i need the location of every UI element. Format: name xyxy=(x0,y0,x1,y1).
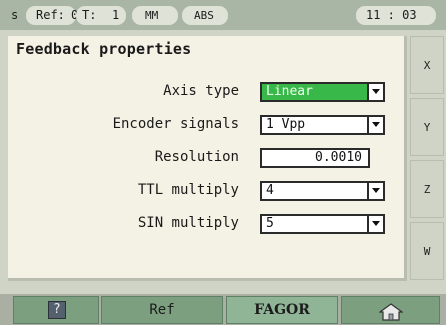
axis-type-value: Linear xyxy=(266,84,313,99)
home-icon xyxy=(379,303,403,321)
ref-label: Ref: xyxy=(36,8,65,22)
clock: 11 : 03 xyxy=(356,6,436,25)
axis-type-dropdown[interactable]: Linear xyxy=(260,82,385,102)
chevron-down-icon[interactable] xyxy=(367,117,383,133)
chevron-down-icon[interactable] xyxy=(367,216,383,232)
coord-mode-indicator: ABS xyxy=(182,6,228,25)
sin-multiply-value: 5 xyxy=(266,216,274,231)
sin-multiply-label: SIN multiply xyxy=(137,215,239,231)
axis-tabs: X Y Z W xyxy=(410,33,446,281)
axis-tab-y[interactable]: Y xyxy=(410,98,444,156)
sin-multiply-dropdown[interactable]: 5 xyxy=(260,214,385,234)
softkey-bar: ? Ref FAGOR xyxy=(0,294,446,325)
units-text: MM xyxy=(145,9,159,22)
help-button[interactable]: ? xyxy=(13,296,99,324)
ref-indicator: Ref: 0 xyxy=(26,6,78,25)
home-button[interactable] xyxy=(341,296,440,324)
units-indicator: MM xyxy=(132,6,178,25)
dro-screen: s Ref: 0 T: 1 MM ABS 11 : 03 Feedback pr… xyxy=(0,0,446,325)
dialog-title: Feedback properties xyxy=(16,40,192,58)
help-icon: ? xyxy=(48,301,66,319)
status-bar: s Ref: 0 T: 1 MM ABS 11 : 03 xyxy=(0,0,446,30)
axis-tab-x[interactable]: X xyxy=(410,36,444,94)
feedback-properties-dialog: Feedback properties Axis type Linear Enc… xyxy=(8,36,407,281)
axis-type-label: Axis type xyxy=(163,83,239,99)
ttl-multiply-dropdown[interactable]: 4 xyxy=(260,181,385,201)
resolution-input[interactable]: 0.0010 xyxy=(260,148,370,168)
ttl-multiply-label: TTL multiply xyxy=(137,182,239,198)
chevron-down-icon[interactable] xyxy=(367,84,383,100)
resolution-label: Resolution xyxy=(154,149,239,165)
mode-text: s xyxy=(11,8,19,22)
encoder-signals-dropdown[interactable]: 1 Vpp xyxy=(260,115,385,135)
brand-button[interactable]: FAGOR xyxy=(226,296,338,324)
clock-text: 11 : 03 xyxy=(366,8,417,22)
tool-value: 1 xyxy=(112,8,120,22)
tool-indicator: T: 1 xyxy=(76,6,126,25)
encoder-signals-label: Encoder signals xyxy=(112,116,239,132)
axis-tab-w[interactable]: W xyxy=(410,222,444,280)
encoder-signals-value: 1 Vpp xyxy=(266,117,306,132)
chevron-down-icon[interactable] xyxy=(367,183,383,199)
ref-button[interactable]: Ref xyxy=(101,296,223,324)
ttl-multiply-value: 4 xyxy=(266,183,274,198)
coord-mode-text: ABS xyxy=(194,9,214,22)
axis-tab-z[interactable]: Z xyxy=(410,160,444,218)
resolution-value: 0.0010 xyxy=(315,150,362,165)
tool-label: T: xyxy=(82,8,97,22)
